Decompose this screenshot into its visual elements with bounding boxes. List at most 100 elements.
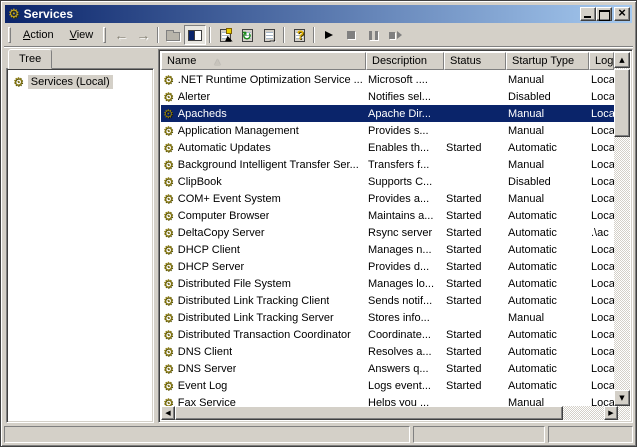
column-header-startup-type[interactable]: Startup Type [506,52,589,70]
horizontal-scrollbar-thumb[interactable] [175,406,563,420]
service-gear-icon: ⚙ [163,142,174,154]
horizontal-scrollbar[interactable]: ◀ ▶ [161,406,630,420]
show-hide-console-tree-button[interactable] [184,25,206,45]
service-name: ClipBook [178,176,222,188]
service-row[interactable]: ⚙Application ManagementProvides s...Manu… [161,122,614,139]
service-row[interactable]: ⚙DeltaCopy ServerRsync serverStartedAuto… [161,224,614,241]
service-name-cell: ⚙Application Management [161,125,366,137]
service-name: Alerter [178,91,210,103]
column-header-name[interactable]: Name▲ [161,52,366,70]
refresh-button[interactable] [236,25,258,45]
service-row[interactable]: ⚙Computer BrowserMaintains a...StartedAu… [161,207,614,224]
service-row[interactable]: ⚙DHCP ClientManages n...StartedAutomatic… [161,241,614,258]
service-name: DeltaCopy Server [178,227,265,239]
export-list-icon [264,29,275,42]
column-header-status[interactable]: Status [444,52,506,70]
start-service-icon [325,31,333,39]
service-name: Application Management [178,125,299,137]
menu-action[interactable]: Action [15,26,62,44]
service-gear-icon: ⚙ [163,363,174,375]
service-name: DNS Client [178,346,232,358]
service-row[interactable]: ⚙Event LogLogs event...StartedAutomaticL… [161,377,614,394]
service-description: Coordinate... [366,329,444,341]
back-button [110,25,132,45]
service-row[interactable]: ⚙Automatic UpdatesEnables th...StartedAu… [161,139,614,156]
column-header-label: Name [167,55,196,67]
service-row[interactable]: ⚙Distributed File SystemManages lo...Sta… [161,275,614,292]
refresh-icon [242,29,253,42]
service-gear-icon: ⚙ [163,108,174,120]
tree-view: ⚙ Services (Local) [6,68,154,423]
start-service-button[interactable] [318,25,340,45]
service-row[interactable]: ⚙Distributed Link Tracking ServerStores … [161,309,614,326]
menu-view[interactable]: View [62,26,102,44]
service-description: Provides d... [366,261,444,273]
service-name-cell: ⚙Fax Service [161,397,366,407]
service-row[interactable]: ⚙DNS ServerAnswers q...StartedAutomaticL… [161,360,614,377]
service-name-cell: ⚙Event Log [161,380,366,392]
vertical-scrollbar-thumb[interactable] [614,69,630,137]
service-gear-icon: ⚙ [163,295,174,307]
service-gear-icon: ⚙ [163,329,174,341]
service-name-cell: ⚙DHCP Server [161,261,366,273]
column-header-label: Description [372,55,427,67]
service-row[interactable]: ⚙Fax ServiceHelps you ...ManualLoca [161,394,614,406]
export-list-button[interactable] [258,25,280,45]
maximize-button[interactable] [596,7,612,21]
service-row[interactable]: ⚙Background Intelligent Transfer Ser...T… [161,156,614,173]
service-row[interactable]: ⚙DNS ClientResolves a...StartedAutomatic… [161,343,614,360]
minimize-button[interactable] [580,7,596,21]
service-name-cell: ⚙DHCP Client [161,244,366,256]
service-gear-icon: ⚙ [163,397,174,407]
service-gear-icon: ⚙ [163,193,174,205]
close-button[interactable] [614,7,630,21]
column-header-description[interactable]: Description [366,52,444,70]
service-row[interactable]: ⚙Distributed Transaction CoordinatorCoor… [161,326,614,343]
service-row[interactable]: ⚙Distributed Link Tracking ClientSends n… [161,292,614,309]
service-description: Manages n... [366,244,444,256]
service-log-on-as: Loca [589,312,614,324]
vertical-scrollbar[interactable]: ▲ ▼ [614,52,630,406]
scroll-up-icon[interactable]: ▲ [614,52,630,68]
service-name-cell: ⚙Distributed Link Tracking Client [161,295,366,307]
service-log-on-as: Loca [589,91,614,103]
service-row[interactable]: ⚙COM+ Event SystemProvides a...StartedMa… [161,190,614,207]
rebar-gripper[interactable] [103,27,106,43]
column-header-log[interactable]: Log [589,52,614,70]
service-gear-icon: ⚙ [163,261,174,273]
service-status: Started [444,380,506,392]
service-startup-type: Automatic [506,244,589,256]
service-row[interactable]: ⚙DHCP ServerProvides d...StartedAutomati… [161,258,614,275]
service-row[interactable]: ⚙AlerterNotifies sel...DisabledLoca [161,88,614,105]
column-header-label: Status [450,55,481,67]
service-name: DNS Server [178,363,237,375]
service-log-on-as: Loca [589,74,614,86]
toolbar-separator [313,27,315,43]
folder-icon [166,32,180,41]
service-gear-icon: ⚙ [163,380,174,392]
service-gear-icon: ⚙ [163,346,174,358]
service-description: Provides a... [366,193,444,205]
service-row[interactable]: ⚙ApachedsApache Dir...ManualLoca [161,105,614,122]
scroll-left-icon[interactable]: ◀ [161,406,175,420]
service-row[interactable]: ⚙ClipBookSupports C...DisabledLoca [161,173,614,190]
properties-button[interactable] [214,25,236,45]
service-status: Started [444,227,506,239]
service-startup-type: Automatic [506,227,589,239]
status-bar [4,423,633,443]
toolbar-separator [209,27,211,43]
service-row[interactable]: ⚙.NET Runtime Optimization Service ...Mi… [161,71,614,88]
help-button[interactable] [288,25,310,45]
service-log-on-as: Loca [589,108,614,120]
list-header: Name▲ Description Status Startup TypeLog [161,52,614,70]
properties-icon [220,29,231,42]
tab-tree[interactable]: Tree [8,49,52,69]
scroll-down-icon[interactable]: ▼ [614,390,630,406]
service-gear-icon: ⚙ [163,312,174,324]
service-name: Distributed Link Tracking Server [178,312,334,324]
service-gear-icon: ⚙ [163,176,174,188]
rebar-gripper[interactable] [8,27,11,43]
tree-item-services-local[interactable]: ⚙ Services (Local) [13,75,153,89]
help-icon [294,29,305,42]
scroll-right-icon[interactable]: ▶ [604,406,618,420]
